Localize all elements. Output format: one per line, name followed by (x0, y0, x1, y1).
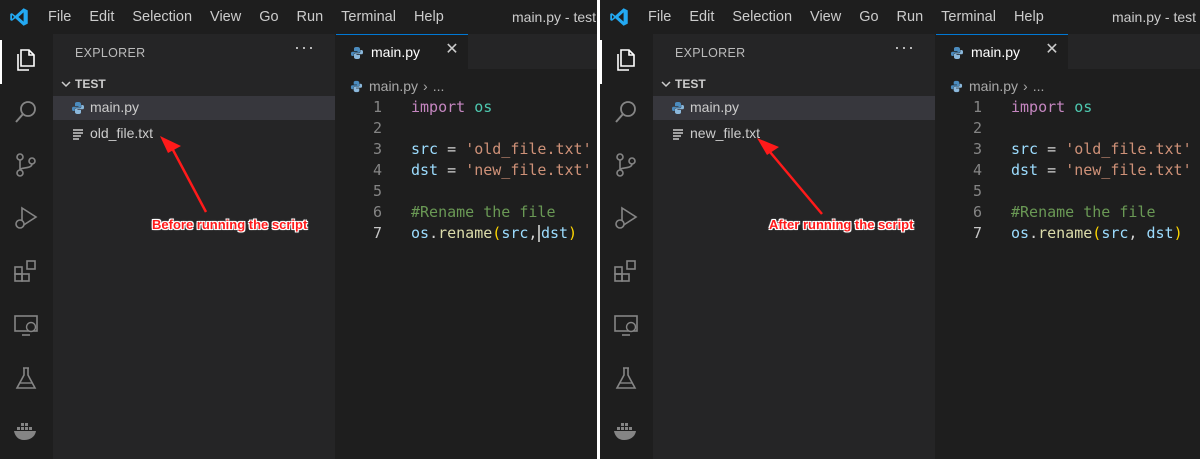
annotation-label: Before running the script (152, 217, 308, 232)
vscode-window-after: File Edit Selection View Go Run Terminal… (600, 0, 1200, 459)
annotation-label: After running the script (769, 217, 914, 232)
vscode-window-before: File Edit Selection View Go Run Terminal… (0, 0, 597, 459)
